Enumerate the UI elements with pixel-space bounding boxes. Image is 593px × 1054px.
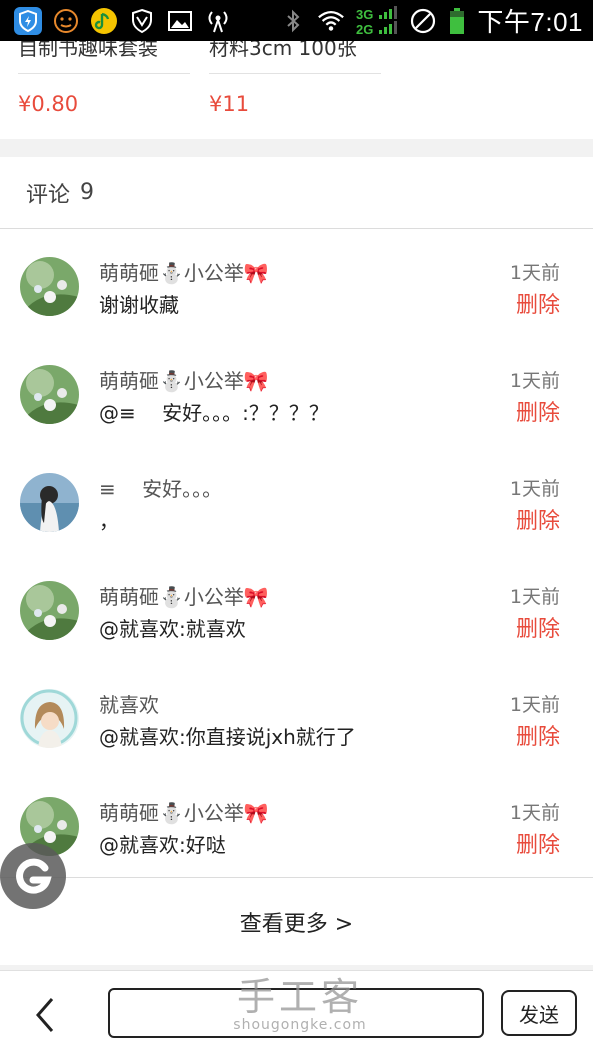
vpn-shield-icon [128, 7, 156, 35]
comment-text: @就喜欢:你直接说jxh就行了 [99, 725, 356, 749]
floating-g-button[interactable] [0, 843, 66, 909]
delete-button[interactable]: 删除 [516, 287, 560, 319]
comment-time: 1天前 [509, 370, 560, 392]
watermark-logo-text: 手工客 [236, 975, 363, 1019]
bluetooth-icon [279, 7, 307, 35]
product-price: ¥11 [209, 92, 250, 116]
back-button[interactable] [30, 995, 60, 1035]
hotspot-icon [204, 7, 232, 35]
comment-username[interactable]: 就喜欢 [99, 689, 159, 718]
site-watermark: 手工客 shougongke.com [230, 977, 370, 1033]
svg-text:2G: 2G [356, 22, 373, 36]
battery-icon [447, 7, 467, 35]
comments-header: 评论 9 [0, 157, 593, 229]
clock-time: 下午7:01 [477, 7, 583, 37]
comment-time: 1天前 [509, 478, 560, 500]
related-products: 自制书趣味套装 ¥0.80 材料3cm 100张 ¥11 [0, 41, 593, 139]
product-name: 材料3cm 100张 [209, 41, 381, 74]
comment-text: @≡ 安好。。。:？？？？ [99, 401, 329, 425]
avatar[interactable] [20, 689, 79, 748]
delete-button[interactable]: 删除 [516, 503, 560, 535]
comment-item: 萌萌砸⛄小公举🎀 谢谢收藏 1天前 删除 [0, 257, 593, 365]
comment-time: 1天前 [509, 586, 560, 608]
product-card[interactable]: 自制书趣味套装 ¥0.80 [18, 41, 190, 116]
chevron-left-icon [36, 998, 54, 1032]
watermark-url: shougongke.com [233, 1017, 367, 1033]
comment-username[interactable]: ≡ 安好。。。 [99, 473, 222, 502]
delete-button[interactable]: 删除 [516, 827, 560, 859]
comment-time: 1天前 [509, 262, 560, 284]
svg-text:3G: 3G [356, 7, 373, 22]
avatar[interactable] [20, 257, 79, 316]
comment-time: 1天前 [509, 802, 560, 824]
product-name: 自制书趣味套装 [18, 41, 190, 74]
comment-username[interactable]: 萌萌砸⛄小公举🎀 [99, 365, 269, 394]
comment-text: @就喜欢:就喜欢 [99, 617, 246, 641]
product-card[interactable]: 材料3cm 100张 ¥11 [209, 41, 381, 116]
music-app-icon [90, 7, 118, 35]
emoji-app-icon [52, 7, 80, 35]
comment-text: @就喜欢:好哒 [99, 833, 226, 857]
product-price: ¥0.80 [18, 92, 79, 116]
comment-username[interactable]: 萌萌砸⛄小公举🎀 [99, 581, 269, 610]
view-more-button[interactable]: 查看更多 > [0, 877, 593, 965]
security-app-icon [14, 6, 42, 35]
no-disturb-icon [409, 7, 437, 35]
comment-item: 萌萌砸⛄小公举🎀 @≡ 安好。。。:？？？？ 1天前 删除 [0, 365, 593, 473]
avatar[interactable] [20, 581, 79, 640]
comment-item: ≡ 安好。。。 ， 1天前 删除 [0, 473, 593, 581]
comment-item: 萌萌砸⛄小公举🎀 @就喜欢:就喜欢 1天前 删除 [0, 581, 593, 689]
comment-username[interactable]: 萌萌砸⛄小公举🎀 [99, 797, 269, 826]
g-logo-icon [16, 858, 52, 894]
comment-input-bar: 手工客 shougongke.com 发送 [0, 970, 593, 1054]
comments-section: 评论 9 萌萌砸⛄小公举🎀 谢谢收藏 1天前 删除 萌萌砸⛄小公举🎀 @≡ 安好… [0, 157, 593, 965]
wifi-icon [317, 7, 345, 35]
status-bar: 3G 2G 下午7:01 [0, 0, 593, 41]
gallery-icon [166, 7, 194, 35]
delete-button[interactable]: 删除 [516, 395, 560, 427]
comments-title: 评论 [26, 182, 71, 208]
avatar[interactable] [20, 473, 79, 532]
delete-button[interactable]: 删除 [516, 611, 560, 643]
comments-count: 9 [80, 180, 95, 205]
delete-button[interactable]: 删除 [516, 719, 560, 751]
avatar[interactable] [20, 365, 79, 424]
send-button[interactable]: 发送 [501, 990, 577, 1036]
comment-text: ， [99, 509, 119, 533]
comment-text: 谢谢收藏 [99, 293, 179, 317]
comment-username[interactable]: 萌萌砸⛄小公举🎀 [99, 257, 269, 286]
cellular-signal-icon: 3G 2G [355, 5, 399, 36]
comment-time: 1天前 [509, 694, 560, 716]
comment-item: 就喜欢 @就喜欢:你直接说jxh就行了 1天前 删除 [0, 689, 593, 797]
